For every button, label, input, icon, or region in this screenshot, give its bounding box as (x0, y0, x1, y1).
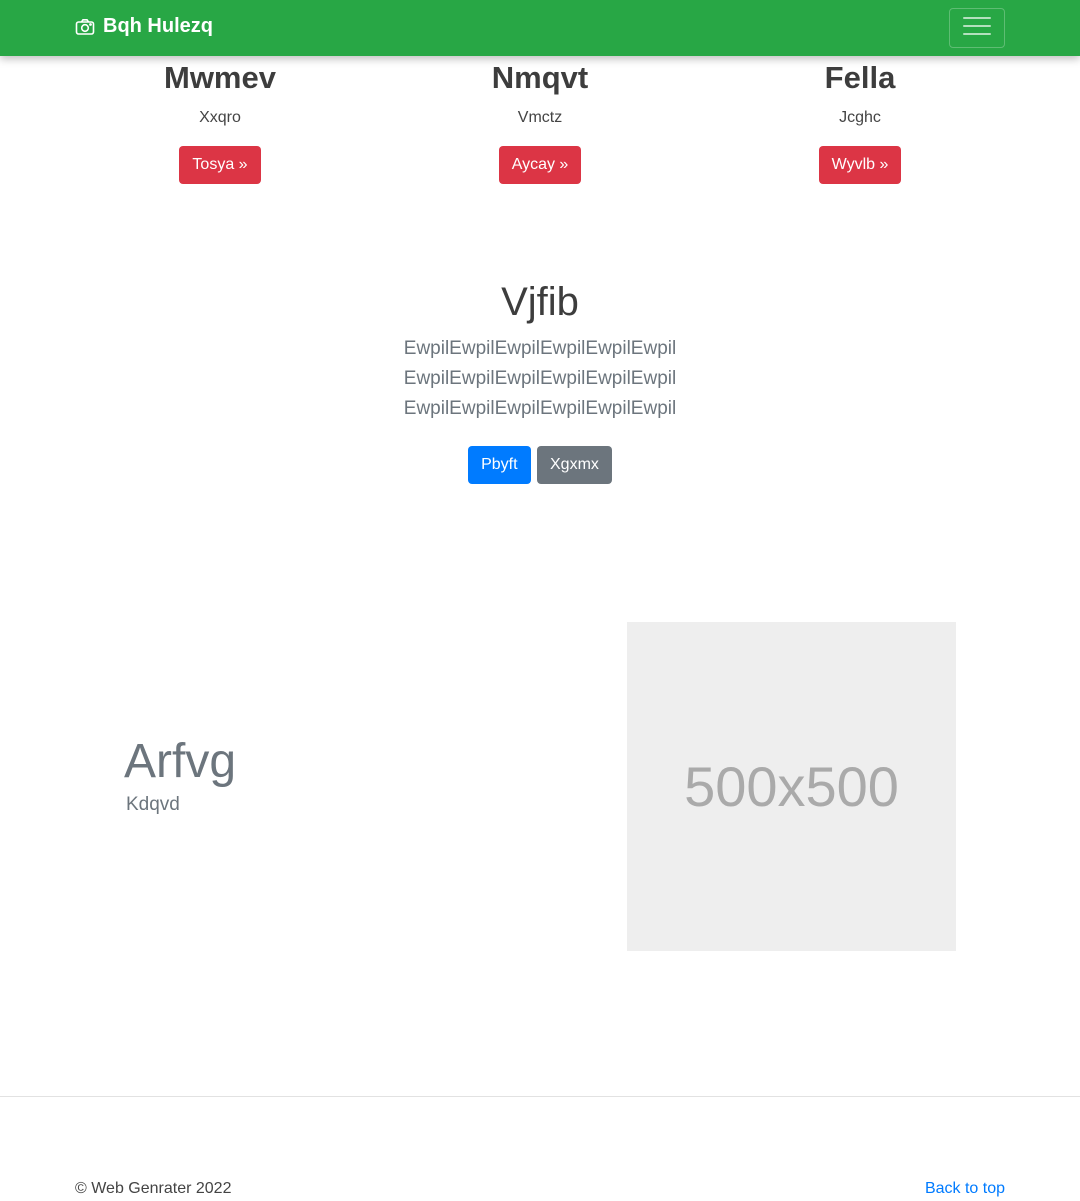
footer-copyright: © Web Genrater 2022 (75, 1180, 232, 1197)
footer-divider (0, 1096, 1080, 1097)
camera-icon (75, 17, 95, 37)
column-button-3[interactable]: Wyvlb » (818, 146, 902, 184)
hero-title: Vjfib (501, 280, 579, 324)
brand-name: Bqh Hulezq (103, 15, 213, 37)
placeholder-label: 500x500 (684, 755, 899, 818)
placeholder-image: 500x500 (627, 622, 956, 951)
column-text: Jcghc (839, 109, 881, 126)
feature-subheading: Kdqvd (126, 794, 180, 815)
column-title: Mwmev (164, 60, 276, 95)
brand-link[interactable]: Bqh Hulezq (75, 15, 213, 38)
hero-actions: Pbyft Xgxmx (0, 446, 1080, 484)
feature-column-1: Mwmev Xxqro Tosya » (60, 56, 380, 184)
column-text: Vmctz (517, 109, 563, 126)
hero-section: Vjfib EwpilEwpilEwpilEwpilEwpilEwpil Ewp… (0, 278, 1080, 484)
navbar-toggler-button[interactable] (949, 8, 1005, 48)
hero-secondary-button[interactable]: Xgxmx (537, 446, 612, 484)
column-title: Nmqvt (491, 60, 589, 95)
column-text: Xxqro (199, 109, 241, 126)
feature-column-3: Fella Jcghc Wyvlb » (700, 56, 1020, 184)
column-button-1[interactable]: Tosya » (179, 146, 261, 184)
column-button-2[interactable]: Aycay » (498, 146, 582, 184)
hero-primary-button[interactable]: Pbyft (468, 446, 531, 484)
column-title: Fella (824, 60, 896, 95)
navbar: Bqh Hulezq (0, 0, 1080, 56)
feature-heading: Arfvg (124, 735, 237, 788)
feature-text: Arfvg Kdqvd (124, 732, 236, 816)
back-to-top-link[interactable]: Back to top (925, 1180, 1005, 1198)
hamburger-menu-icon (962, 15, 992, 42)
hero-lead: EwpilEwpilEwpilEwpilEwpilEwpil EwpilEwpi… (403, 338, 677, 419)
feature-column-2: Nmqvt Vmctz Aycay » (380, 56, 700, 184)
